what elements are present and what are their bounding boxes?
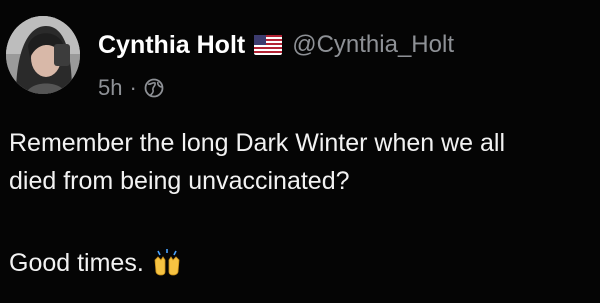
closing-text: Good times. bbox=[9, 249, 144, 277]
post-timestamp[interactable]: 5h bbox=[98, 75, 122, 101]
globe-icon bbox=[144, 78, 164, 98]
author-display-name[interactable]: Cynthia Holt bbox=[98, 31, 245, 60]
post-meta: 5h · bbox=[98, 74, 164, 102]
avatar[interactable] bbox=[6, 16, 80, 94]
post-text-line: died from being unvaccinated? bbox=[9, 167, 350, 195]
post-body: Remember the long Dark Winter when we al… bbox=[9, 124, 597, 200]
author-handle[interactable]: @Cynthia_Holt bbox=[292, 31, 454, 59]
meta-separator: · bbox=[129, 75, 137, 100]
post-text-line: Remember the long Dark Winter when we al… bbox=[9, 129, 506, 157]
post-closing: Good times. bbox=[9, 244, 182, 282]
social-post: Cynthia Holt @Cynthia_Holt 5h · Remember… bbox=[0, 0, 600, 303]
post-header: Cynthia Holt @Cynthia_Holt bbox=[98, 28, 454, 62]
us-flag-icon bbox=[254, 35, 283, 55]
avatar-image bbox=[6, 16, 80, 94]
raised-hands-icon bbox=[152, 248, 182, 278]
